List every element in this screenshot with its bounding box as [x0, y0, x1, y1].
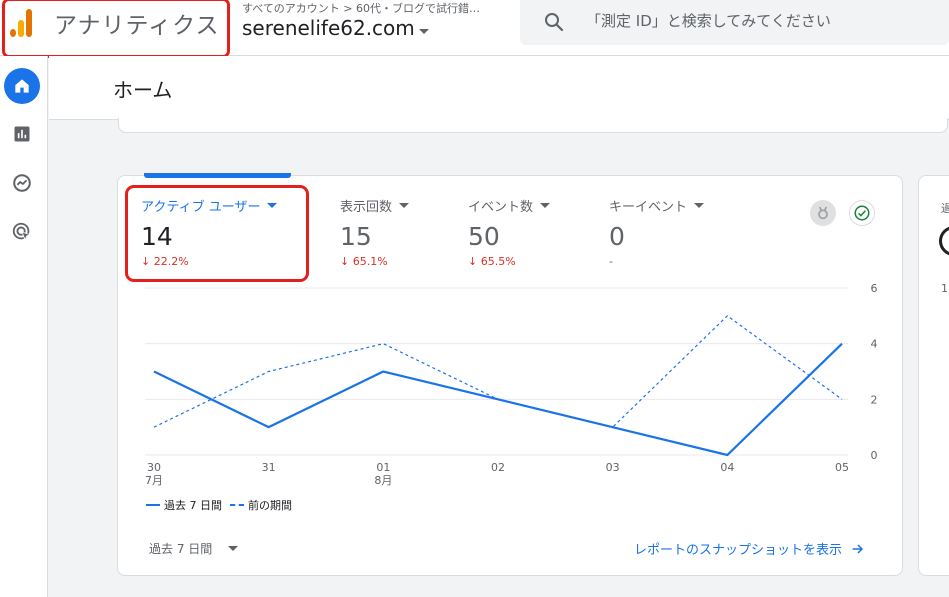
- nav-reports[interactable]: [4, 116, 40, 152]
- metric-label: キーイベント: [609, 200, 688, 215]
- account-breadcrumb[interactable]: すべてのアカウント > 60代・ブログで試行錯…: [242, 0, 480, 16]
- chevron-down-icon[interactable]: [540, 203, 551, 208]
- left-navigation: [0, 56, 48, 597]
- metric-key-events[interactable]: キーイベント 0 -: [609, 196, 705, 268]
- date-range-label: 過去 7 日間: [149, 542, 213, 556]
- insights-badge[interactable]: [810, 200, 836, 226]
- nav-explore[interactable]: [4, 165, 40, 201]
- y-tick-label: 2: [871, 393, 878, 406]
- side-card-label: 過: [941, 200, 949, 216]
- property-selector[interactable]: serenelife62.com: [242, 16, 415, 40]
- x-tick-label: 03: [606, 461, 620, 474]
- metric-label: 表示回数: [340, 200, 393, 215]
- status-check-button[interactable]: [849, 200, 875, 226]
- x-tick-label: 01: [376, 461, 390, 474]
- active-tab-indicator: [144, 173, 291, 178]
- check-circle-icon: [854, 205, 870, 221]
- previous-card: [118, 118, 948, 133]
- metric-value: 0: [609, 222, 625, 251]
- x-tick-label: 04: [720, 461, 734, 474]
- line-chart: 0246307月31 018月02 03 04 05: [145, 282, 878, 487]
- explore-icon: [13, 174, 31, 192]
- side-card: 過 1: [918, 175, 949, 576]
- search-bar[interactable]: [520, 0, 949, 45]
- chevron-down-icon[interactable]: [399, 203, 410, 208]
- date-range-select[interactable]: 過去 7 日間: [149, 540, 239, 557]
- highlight-annotation-metric: [125, 185, 309, 282]
- view-report-label: レポートのスナップショットを表示: [634, 543, 843, 558]
- x-tick-label: 7月: [145, 474, 163, 487]
- search-input[interactable]: [586, 8, 936, 34]
- x-tick-label: 05: [835, 461, 849, 474]
- side-card-value-fragment: [939, 226, 949, 256]
- view-report-link[interactable]: レポートのスナップショットを表示: [634, 539, 866, 558]
- y-tick-label: 0: [871, 449, 878, 462]
- page-title: ホーム: [113, 78, 173, 102]
- x-tick-label: 30: [147, 461, 161, 474]
- y-tick-label: 4: [871, 338, 878, 351]
- home-icon: [15, 79, 29, 93]
- page-title-bar: ホーム: [49, 56, 949, 120]
- chevron-down-icon[interactable]: [419, 29, 429, 34]
- search-icon: [545, 13, 564, 32]
- chart-legend: 過去 7 日間 前の期間: [146, 497, 292, 513]
- legend-solid-line-icon: [146, 504, 160, 506]
- nav-advertising[interactable]: [4, 214, 40, 250]
- metric-change: ↓ 65.5%: [468, 255, 516, 268]
- metric-change: -: [609, 255, 613, 268]
- reports-icon: [14, 126, 30, 142]
- series-line-dashed: [153, 315, 843, 428]
- chevron-down-icon: [228, 546, 239, 551]
- highlight-annotation-brand: [2, 0, 230, 58]
- legend-dashed-line-icon: [230, 504, 244, 506]
- side-card-number: 1: [941, 282, 948, 295]
- metric-events[interactable]: イベント数 50 ↓ 65.5%: [468, 196, 551, 268]
- metric-views[interactable]: 表示回数 15 ↓ 65.1%: [340, 196, 410, 268]
- advertising-icon: [12, 222, 32, 242]
- x-tick-label: 31: [262, 461, 276, 474]
- legend-previous: 前の期間: [248, 499, 292, 512]
- arrow-right-icon: [852, 543, 864, 554]
- y-tick-label: 6: [871, 282, 878, 295]
- medal-icon: [818, 206, 828, 220]
- legend-current: 過去 7 日間: [164, 499, 222, 512]
- chevron-down-icon[interactable]: [694, 203, 705, 208]
- x-tick-label: 8月: [374, 474, 392, 487]
- metric-value: 50: [468, 222, 500, 251]
- nav-home[interactable]: [4, 68, 40, 104]
- metric-label: イベント数: [468, 200, 534, 215]
- metric-value: 15: [340, 222, 372, 251]
- x-tick-label: 02: [491, 461, 505, 474]
- metric-change: ↓ 65.1%: [340, 255, 388, 268]
